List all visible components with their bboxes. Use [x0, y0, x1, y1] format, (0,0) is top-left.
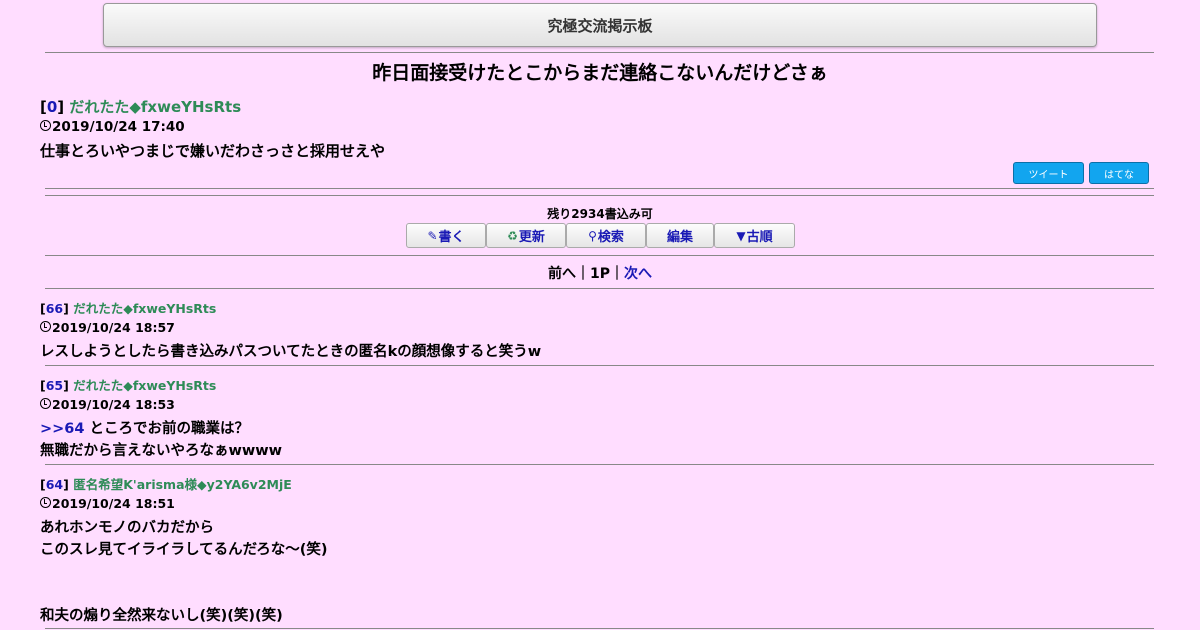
- clock-icon: [40, 497, 51, 508]
- write-button[interactable]: ✎ 書く: [406, 223, 486, 248]
- post-datetime: 2019/10/24 18:57: [52, 320, 175, 335]
- op-number-link[interactable]: 0: [47, 98, 57, 116]
- post-number-link[interactable]: 64: [46, 477, 63, 492]
- refresh-label: 更新: [518, 230, 545, 245]
- op-datetime-row: 2019/10/24 17:40: [40, 119, 185, 135]
- pencil-icon: ✎: [427, 228, 438, 243]
- write-label: 書く: [438, 230, 465, 245]
- pager: 前へ｜1P｜次へ: [0, 263, 1200, 283]
- post-body-line: このスレ見てイライラしてるんだろな～(笑): [40, 542, 328, 558]
- divider: [45, 288, 1154, 289]
- post-body-line: 無職だから言えないやろなぁwwww: [40, 443, 283, 459]
- post-header: [64] 匿名希望K'arisma様◆y2YA6v2MjE: [40, 477, 292, 492]
- post-author: 匿名希望K'arisma様◆y2YA6v2MjE: [73, 477, 292, 492]
- pager-separator: ｜: [575, 266, 590, 282]
- divider: [45, 464, 1154, 465]
- pager-prev: 前へ: [547, 266, 576, 282]
- edit-button[interactable]: 編集: [646, 223, 714, 248]
- search-label: 検索: [597, 230, 624, 245]
- post-body-line: 和夫の煽り全然来ないし(笑)(笑)(笑): [40, 608, 283, 624]
- post-header: [65] だれたた◆fxweYHsRts: [40, 378, 217, 393]
- divider: [45, 628, 1154, 629]
- divider: [45, 52, 1154, 53]
- op-body: 仕事とろいやつまじで嫌いだわさっさと採用せえや: [40, 142, 386, 160]
- board-title: 究極交流掲示板: [547, 16, 653, 35]
- triangle-down-icon: ▼: [736, 228, 746, 243]
- sort-label: 古順: [746, 230, 773, 245]
- post-datetime-row: 2019/10/24 18:51: [40, 496, 175, 511]
- sort-button[interactable]: ▼ 古順: [714, 223, 795, 248]
- post-datetime-row: 2019/10/24 18:57: [40, 320, 175, 335]
- clock-icon: [40, 120, 51, 131]
- post-body-line: >>64 ところでお前の職業は？: [40, 417, 249, 438]
- post-body-line: あれホンモノのバカだから: [40, 520, 214, 536]
- divider: [45, 255, 1154, 256]
- post-datetime: 2019/10/24 18:51: [52, 496, 175, 511]
- op-datetime: 2019/10/24 17:40: [52, 119, 185, 135]
- remaining-posts: 残り2934書込み可: [547, 207, 653, 221]
- tweet-button[interactable]: ツイート: [1013, 162, 1084, 184]
- reply-anchor-link[interactable]: >>64: [40, 421, 84, 437]
- clock-icon: [40, 398, 51, 409]
- refresh-button[interactable]: ♻ 更新: [486, 223, 566, 248]
- divider: [45, 188, 1154, 189]
- op-header: [0] だれたた◆fxweYHsRts: [40, 98, 242, 116]
- clock-icon: [40, 321, 51, 332]
- thread-title: 昨日面接受けたとこからまだ連絡こないんだけどさぁ: [372, 62, 828, 84]
- divider: [45, 195, 1154, 196]
- pager-next-link[interactable]: 次へ: [624, 266, 652, 282]
- pager-current: 1P: [589, 266, 610, 282]
- post-datetime-row: 2019/10/24 18:53: [40, 397, 175, 412]
- post-number-link[interactable]: 66: [46, 301, 63, 316]
- post-datetime: 2019/10/24 18:53: [52, 397, 175, 412]
- search-button[interactable]: ⚲ 検索: [566, 223, 646, 248]
- post-author: だれたた◆fxweYHsRts: [73, 378, 217, 393]
- toolbar: ✎ 書く ♻ 更新 ⚲ 検索 編集 ▼ 古順: [406, 223, 795, 248]
- post-header: [66] だれたた◆fxweYHsRts: [40, 301, 217, 316]
- magnifier-icon: ⚲: [588, 228, 597, 243]
- post-text: ところでお前の職業は？: [84, 421, 250, 437]
- hatena-button[interactable]: はてな: [1089, 162, 1149, 184]
- pager-separator: ｜: [610, 266, 624, 282]
- op-author: だれたた◆fxweYHsRts: [69, 98, 242, 116]
- board-title-button[interactable]: 究極交流掲示板: [103, 3, 1097, 47]
- edit-label: 編集: [666, 230, 693, 245]
- divider: [45, 365, 1154, 366]
- post-body: レスしようとしたら書き込みパスついてたときの匿名kの顔想像すると笑うw: [40, 344, 542, 360]
- post-number-link[interactable]: 65: [46, 378, 63, 393]
- post-author: だれたた◆fxweYHsRts: [73, 301, 217, 316]
- refresh-icon: ♻: [507, 228, 518, 243]
